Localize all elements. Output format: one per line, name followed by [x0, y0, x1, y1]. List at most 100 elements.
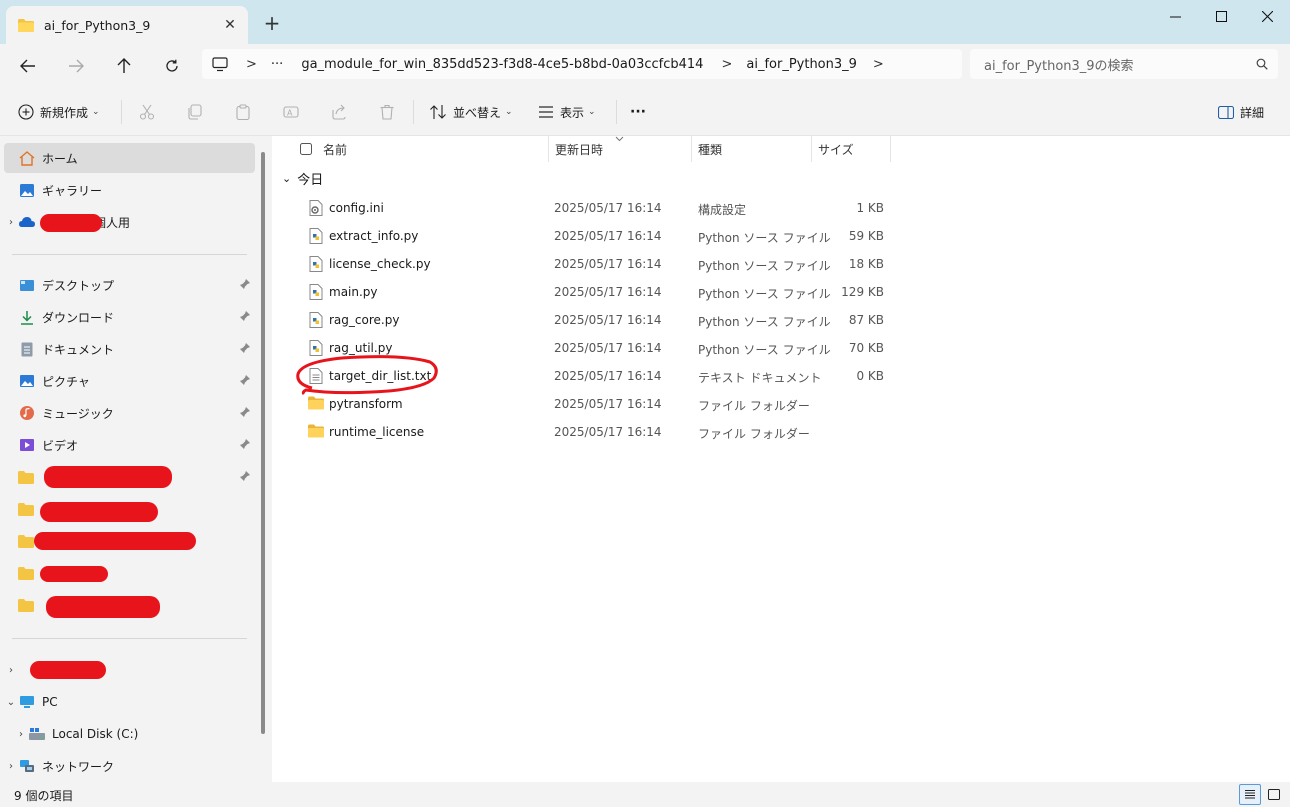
column-divider[interactable] — [691, 136, 692, 162]
file-row[interactable]: license_check.py 2025/05/17 16:14 Python ソ… — [272, 250, 1290, 278]
tab-ai-for-python[interactable]: ai_for_Python3_9 ✕ — [6, 6, 248, 44]
pin-icon[interactable] — [239, 406, 251, 418]
rename-button[interactable]: A — [281, 102, 301, 122]
config-file-icon — [308, 200, 324, 216]
folder-icon — [18, 534, 34, 548]
sidebar-item-label: ネットワーク — [42, 759, 115, 774]
share-button[interactable] — [329, 102, 349, 122]
sidebar-item-pc[interactable]: ⌄ PC — [4, 687, 255, 717]
close-window-button[interactable] — [1244, 0, 1290, 32]
file-name[interactable]: config.ini — [329, 201, 384, 215]
sort-chevron-icon — [615, 136, 624, 142]
file-row[interactable]: extract_info.py 2025/05/17 16:14 Python ソー… — [272, 222, 1290, 250]
toolbar-divider — [413, 100, 414, 124]
pin-icon[interactable] — [239, 470, 251, 482]
download-icon — [18, 309, 36, 325]
sidebar-item-label: ビデオ — [42, 438, 79, 453]
search-input[interactable]: ai_for_Python3_9の検索 — [984, 55, 1256, 74]
group-header-today[interactable]: ⌄ 今日 — [282, 169, 323, 188]
chevron-right-icon[interactable]: › — [4, 761, 18, 772]
plus-circle-icon — [18, 104, 34, 120]
file-name[interactable]: runtime_license — [329, 425, 424, 439]
sidebar-item-desktop[interactable]: デスクトップ — [4, 270, 255, 300]
pin-icon[interactable] — [239, 374, 251, 386]
sidebar-divider — [12, 638, 247, 639]
sidebar-item-music[interactable]: ミュージック — [4, 398, 255, 428]
file-name[interactable]: license_check.py — [329, 257, 431, 271]
redaction-mark — [46, 596, 160, 618]
chevron-right-icon[interactable]: › — [4, 665, 18, 676]
minimize-button[interactable] — [1152, 0, 1198, 32]
sidebar-item-videos[interactable]: ビデオ — [4, 430, 255, 460]
file-size: 87 KB — [848, 313, 884, 327]
details-view-icon — [1245, 790, 1255, 799]
sidebar-item-documents[interactable]: ドキュメント — [4, 334, 255, 364]
sidebar-item-local-disk[interactable]: › Local Disk (C:) — [4, 719, 255, 749]
view-button[interactable]: 表示 ⌄ — [538, 98, 596, 126]
column-header-size[interactable]: サイズ — [818, 136, 854, 162]
chevron-down-icon[interactable]: ⌄ — [4, 697, 18, 708]
file-row[interactable]: config.ini 2025/05/17 16:14 構成設定 1 KB — [272, 194, 1290, 222]
forward-button[interactable] — [60, 50, 92, 82]
back-button[interactable] — [12, 50, 44, 82]
cut-button[interactable] — [137, 102, 157, 122]
file-row[interactable]: runtime_license 2025/05/17 16:14 ファイル フォルダ… — [272, 418, 1290, 446]
sidebar-item-pictures[interactable]: ピクチャ — [4, 366, 255, 396]
pin-icon[interactable] — [239, 310, 251, 322]
new-button[interactable]: 新規作成 ⌄ — [18, 98, 100, 126]
maximize-button[interactable] — [1198, 0, 1244, 32]
column-date-label: 更新日時 — [555, 142, 604, 157]
column-header-type[interactable]: 種類 — [698, 136, 722, 162]
column-name-label: 名前 — [323, 142, 348, 157]
search-box[interactable]: ai_for_Python3_9の検索 — [970, 49, 1278, 79]
address-bar[interactable]: > ··· ga_module_for_win_835dd523-f3d8-4c… — [202, 49, 962, 79]
sidebar-item-gallery[interactable]: ギャラリー — [4, 175, 255, 205]
breadcrumb-separator[interactable]: > — [246, 57, 257, 72]
file-name[interactable]: extract_info.py — [329, 229, 418, 243]
file-name[interactable]: main.py — [329, 285, 378, 299]
file-name[interactable]: rag_core.py — [329, 313, 399, 327]
sidebar-scrollbar[interactable] — [261, 152, 265, 734]
up-button[interactable] — [108, 50, 140, 82]
chevron-right-icon[interactable]: › — [4, 217, 18, 228]
breadcrumb-ai-for-python[interactable]: ai_for_Python3_9 — [746, 57, 857, 72]
sidebar-item-label: ピクチャ — [42, 374, 90, 389]
file-name[interactable]: pytransform — [329, 397, 403, 411]
column-divider[interactable] — [890, 136, 891, 162]
sort-button[interactable]: 並べ替え ⌄ — [429, 98, 513, 126]
desktop-icon — [18, 277, 36, 293]
column-header-date[interactable]: 更新日時 — [555, 136, 603, 162]
breadcrumb-separator[interactable]: > — [721, 57, 732, 72]
details-view-button[interactable] — [1239, 784, 1261, 805]
python-file-icon — [308, 256, 324, 272]
pin-icon[interactable] — [239, 342, 251, 354]
more-options-button[interactable]: ··· — [630, 98, 646, 126]
breadcrumb-ellipsis[interactable]: ··· — [271, 57, 283, 72]
chevron-right-icon[interactable]: › — [14, 729, 28, 740]
tab-close-icon[interactable]: ✕ — [216, 17, 244, 33]
file-row[interactable]: main.py 2025/05/17 16:14 Python ソース ファイル 12… — [272, 278, 1290, 306]
copy-button[interactable] — [185, 102, 205, 122]
column-header-name[interactable]: 名前 — [300, 136, 347, 162]
folder-icon — [18, 598, 34, 612]
pin-icon[interactable] — [239, 438, 251, 450]
sidebar-item-home[interactable]: ホーム — [4, 143, 255, 173]
tiles-view-button[interactable] — [1263, 784, 1285, 805]
column-divider[interactable] — [811, 136, 812, 162]
refresh-button[interactable] — [156, 50, 188, 82]
delete-button[interactable] — [377, 102, 397, 122]
folder-icon — [18, 566, 34, 580]
paste-button[interactable] — [233, 102, 253, 122]
breadcrumb-ga-module[interactable]: ga_module_for_win_835dd523-f3d8-4ce5-b8b… — [301, 57, 703, 72]
details-pane-button[interactable]: 詳細 — [1218, 98, 1268, 126]
new-tab-button[interactable]: + — [258, 10, 286, 38]
pin-icon[interactable] — [239, 278, 251, 290]
view-lines-icon — [539, 106, 553, 118]
column-divider[interactable] — [548, 136, 549, 162]
breadcrumb-separator[interactable]: > — [873, 57, 884, 72]
sidebar-item-downloads[interactable]: ダウンロード — [4, 302, 255, 332]
select-all-checkbox[interactable] — [300, 143, 312, 155]
file-date: 2025/05/17 16:14 — [554, 285, 662, 299]
file-row[interactable]: rag_core.py 2025/05/17 16:14 Python ソース ファ… — [272, 306, 1290, 334]
sidebar-item-network[interactable]: › ネットワーク — [4, 751, 255, 781]
